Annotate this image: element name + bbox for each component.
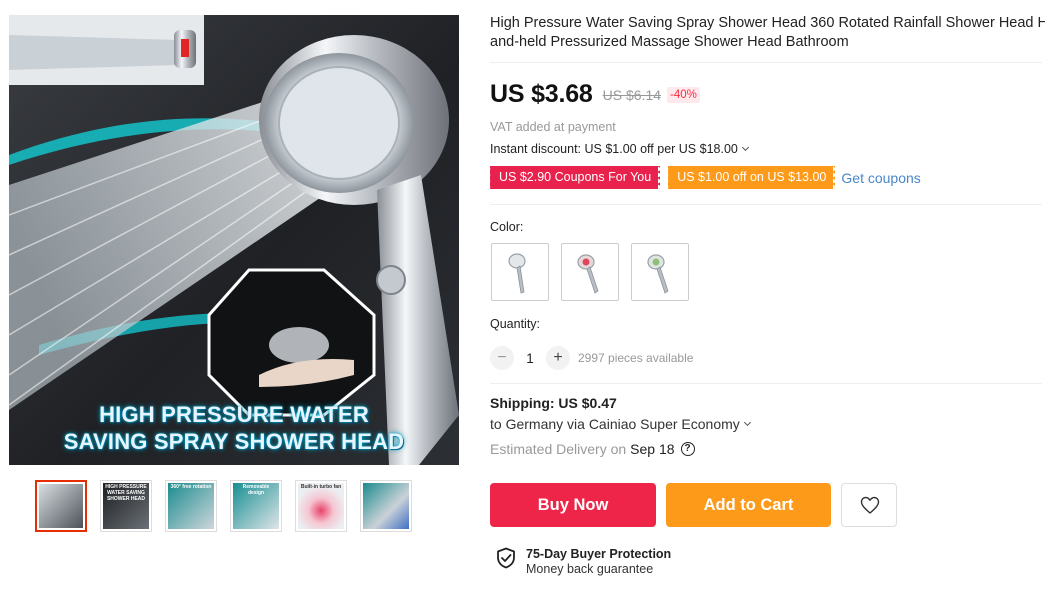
buy-now-button[interactable]: Buy Now: [490, 483, 656, 527]
thumbnail-strip: HIGH PRESSURE WATER SAVING SHOWER HEAD 3…: [35, 480, 425, 532]
add-to-cart-button[interactable]: Add to Cart: [666, 483, 831, 527]
shipping-destination-text: to Germany via Cainiao Super Economy: [490, 416, 740, 432]
original-price: US $6.14: [602, 86, 662, 103]
estimated-delivery-date: Sep 18: [630, 441, 675, 457]
quantity-increase-button[interactable]: +: [546, 346, 570, 370]
instant-discount-text: Instant discount: US $1.00 off per US $1…: [490, 142, 738, 156]
divider: [490, 383, 1042, 384]
red-light-shower-head-icon: [577, 254, 599, 294]
estimated-delivery-label: Estimated Delivery on: [490, 441, 627, 457]
hero-caption-line1: HIGH PRESSURE WATER: [99, 402, 369, 427]
color-option-silver[interactable]: [491, 243, 549, 301]
get-coupons-link[interactable]: Get coupons: [841, 170, 920, 186]
color-option-green[interactable]: [631, 243, 689, 301]
shield-check-icon: [497, 547, 515, 569]
price-row: US $3.68 US $6.14 -40%: [490, 80, 700, 109]
silver-shower-head-icon: [508, 253, 526, 294]
thumbnail-3[interactable]: 360° free rotation: [165, 480, 217, 532]
chevron-down-icon: [741, 143, 749, 152]
current-price: US $3.68: [490, 80, 593, 108]
product-info: High Pressure Water Saving Spray Shower …: [490, 14, 1045, 52]
thumbnail-2-label: HIGH PRESSURE WATER SAVING SHOWER HEAD: [105, 484, 147, 502]
green-light-shower-head-icon: [647, 254, 669, 294]
divider: [490, 62, 1042, 63]
color-option-red[interactable]: [561, 243, 619, 301]
thumbnail-4-label: Removable design: [242, 484, 270, 496]
quantity-decrease-button[interactable]: −: [490, 346, 514, 370]
thumbnail-2[interactable]: HIGH PRESSURE WATER SAVING SHOWER HEAD: [100, 480, 152, 532]
hero-caption-line2: SAVING SPRAY SHOWER HEAD: [63, 429, 405, 454]
heart-icon: [860, 496, 880, 514]
buyer-protection-title: 75-Day Buyer Protection: [526, 547, 672, 561]
coupon-row: US $2.90 Coupons For You US $1.00 off on…: [487, 166, 921, 189]
color-label: Color:: [490, 220, 524, 234]
shower-head-thumb-icon: [363, 483, 409, 529]
chevron-down-icon: [743, 418, 751, 427]
coupon-for-you[interactable]: US $2.90 Coupons For You: [487, 166, 663, 189]
main-product-image[interactable]: HIGH PRESSURE WATER SAVING SPRAY SHOWER …: [9, 15, 459, 465]
shipping-title: Shipping: US $0.47: [490, 395, 617, 411]
thumbnail-4[interactable]: Removable design: [230, 480, 282, 532]
buyer-protection-subtitle: Money back guarantee: [526, 562, 654, 576]
shower-head-thumb-icon: [39, 484, 83, 528]
buyer-protection-text: 75-Day Buyer Protection Money back guara…: [526, 547, 671, 577]
shipping-destination[interactable]: to Germany via Cainiao Super Economy: [490, 416, 751, 432]
discount-badge: -40%: [667, 86, 700, 103]
help-icon[interactable]: ?: [680, 442, 695, 456]
thumbnail-3-label: 360° free rotation: [170, 484, 212, 490]
quantity-label: Quantity:: [490, 317, 541, 331]
divider: [490, 204, 1042, 205]
color-swatches: [491, 243, 701, 301]
shower-head-hero-illustration: [9, 15, 459, 465]
product-gallery: HIGH PRESSURE WATER SAVING SPRAY SHOWER …: [9, 15, 459, 465]
wishlist-button[interactable]: [841, 483, 897, 527]
thumbnail-5-label: Built-in turbo fan: [300, 484, 342, 490]
product-title-line1: High Pressure Water Saving Spray Shower …: [490, 15, 1045, 31]
quantity-stepper: − 1 + 2997 pieces available: [490, 346, 693, 370]
buyer-protection: 75-Day Buyer Protection Money back guara…: [496, 547, 671, 577]
stock-available: 2997 pieces available: [578, 351, 694, 365]
purchase-actions: Buy Now Add to Cart: [490, 483, 897, 527]
vat-note: VAT added at payment: [490, 120, 616, 134]
thumbnail-1[interactable]: [35, 480, 87, 532]
thumbnail-6[interactable]: [360, 480, 412, 532]
estimated-delivery: Estimated Delivery on Sep 18 ?: [490, 441, 695, 457]
coupon-off[interactable]: US $1.00 off on US $13.00: [666, 166, 838, 189]
instant-discount[interactable]: Instant discount: US $1.00 off per US $1…: [490, 142, 749, 156]
quantity-value[interactable]: 1: [514, 351, 546, 366]
product-title: High Pressure Water Saving Spray Shower …: [490, 14, 1045, 52]
thumbnail-5[interactable]: Built-in turbo fan: [295, 480, 347, 532]
product-title-line2: and-held Pressurized Massage Shower Head…: [490, 34, 849, 50]
